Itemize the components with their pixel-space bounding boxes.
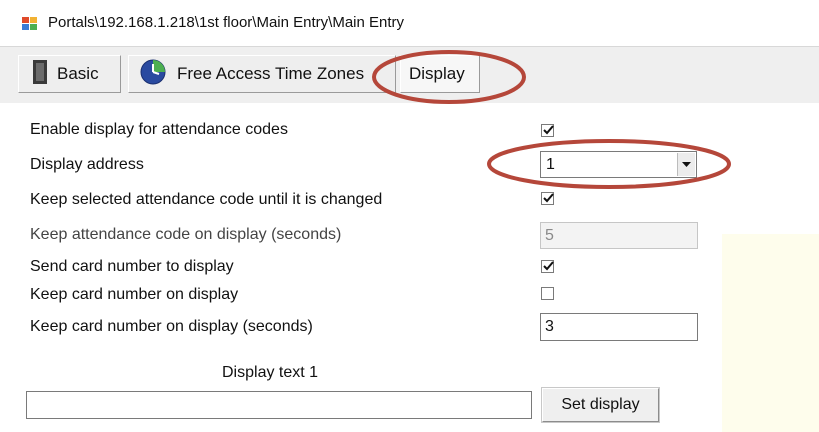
checkmark-icon bbox=[543, 261, 554, 271]
enable-display-label: Enable display for attendance codes bbox=[30, 121, 288, 138]
display-address-label: Display address bbox=[30, 156, 144, 173]
window-title: Portals\192.168.1.218\1st floor\Main Ent… bbox=[48, 14, 405, 31]
keep-code-seconds-input[interactable]: 5 bbox=[540, 222, 698, 249]
set-display-button[interactable]: Set display bbox=[542, 388, 659, 422]
display-text-caption: Display text 1 bbox=[222, 364, 319, 381]
display-text-input[interactable] bbox=[26, 391, 532, 419]
tab-label: Free Access Time Zones bbox=[177, 64, 365, 83]
highlight-area bbox=[722, 234, 819, 432]
checkmark-icon bbox=[543, 125, 554, 135]
tab-display[interactable]: Display bbox=[400, 55, 480, 93]
enable-display-checkbox[interactable] bbox=[541, 124, 554, 137]
tab-bar: Basic Free Access Time Zones Display bbox=[0, 46, 819, 103]
tab-free-access-time-zones[interactable]: Free Access Time Zones bbox=[128, 55, 396, 93]
window-titlebar: Portals\192.168.1.218\1st floor\Main Ent… bbox=[0, 0, 819, 44]
tab-label: Basic bbox=[57, 64, 99, 83]
keep-card-number-checkbox[interactable] bbox=[541, 287, 554, 300]
checkmark-icon bbox=[543, 193, 554, 203]
keep-card-seconds-label: Keep card number on display (seconds) bbox=[30, 318, 313, 335]
keep-selected-code-checkbox[interactable] bbox=[541, 192, 554, 205]
tab-basic[interactable]: Basic bbox=[18, 55, 121, 93]
send-card-number-checkbox[interactable] bbox=[541, 260, 554, 273]
keep-card-number-label: Keep card number on display bbox=[30, 286, 239, 303]
display-address-select[interactable]: 1 bbox=[540, 151, 697, 178]
app-icon bbox=[22, 17, 37, 30]
keep-selected-code-label: Keep selected attendance code until it i… bbox=[30, 191, 383, 208]
chevron-down-icon[interactable] bbox=[677, 153, 695, 176]
clock-icon bbox=[139, 58, 167, 91]
display-address-value: 1 bbox=[546, 156, 555, 173]
tab-label: Display bbox=[409, 64, 465, 83]
send-card-number-label: Send card number to display bbox=[30, 258, 234, 275]
panel-icon bbox=[33, 59, 47, 89]
keep-card-seconds-input[interactable]: 3 bbox=[540, 313, 698, 341]
keep-code-seconds-label: Keep attendance code on display (seconds… bbox=[30, 226, 342, 243]
